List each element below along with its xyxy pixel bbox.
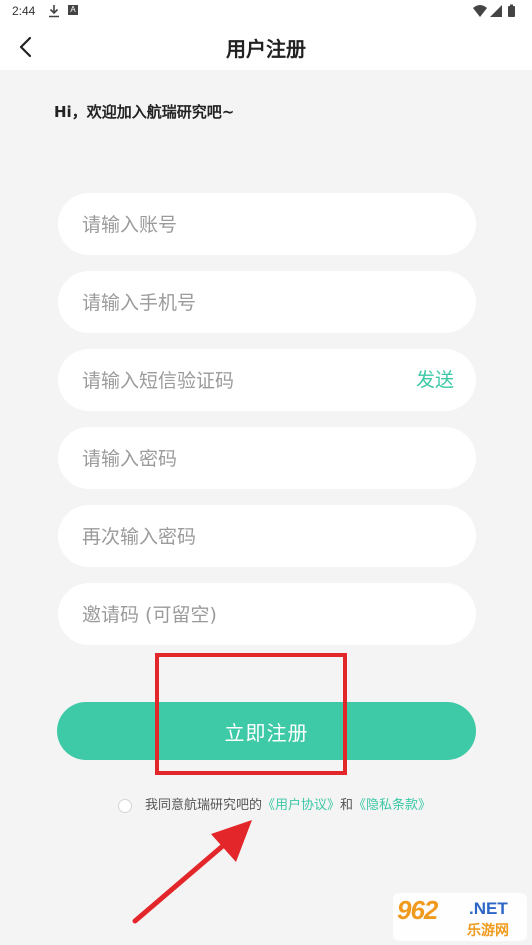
phone-input[interactable] [80,271,384,335]
wifi-icon [473,5,487,17]
agreement-text: 我同意航瑞研究吧的《用户协议》和《隐私条款》 [145,797,431,815]
account-input[interactable] [80,193,384,257]
status-time: 2:44 [12,4,36,18]
status-icons [473,4,515,17]
confirm-password-input[interactable] [80,505,384,569]
watermark-site: 乐游网 [467,922,509,938]
confirm-password-field [58,505,476,569]
password-input[interactable] [80,427,384,491]
agreement-prefix: 我同意航瑞研究吧的 [145,798,263,813]
welcome-text: Hi，欢迎加入航瑞研究吧~ [54,103,235,121]
phone-field [58,271,476,335]
status-bar: 2:44 A [0,0,532,24]
header: 用户注册 [0,24,532,70]
page-title: 用户注册 [226,37,306,61]
send-code-button[interactable]: 发送 [416,349,454,411]
sms-code-field: 发送 [58,349,476,413]
invite-code-input[interactable] [80,583,384,647]
agreement-and: 和 [340,798,354,813]
signal-icon [490,5,502,17]
sms-code-input[interactable] [80,349,384,413]
highlight-box [155,653,347,775]
privacy-policy-link[interactable]: 《隐私条款》 [353,798,431,813]
invite-code-field [58,583,476,647]
download-icon [49,5,59,18]
account-field [58,193,476,257]
battery-icon [508,6,515,17]
watermark-brand: 962 [397,895,438,925]
user-agreement-link[interactable]: 《用户协议》 [262,798,340,813]
agree-checkbox[interactable] [118,799,132,813]
watermark-domain: .NET [469,899,508,918]
a-notification-icon: A [68,5,78,15]
watermark: 962 .NET 乐游网 [393,893,527,941]
password-field [58,427,476,491]
